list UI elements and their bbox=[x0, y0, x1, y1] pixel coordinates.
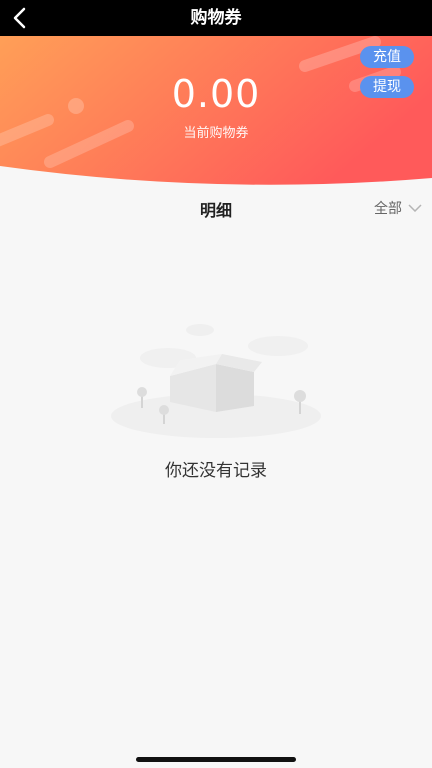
filter-label: 全部 bbox=[374, 201, 402, 217]
withdraw-button[interactable]: 提现 bbox=[360, 76, 414, 98]
details-filter-dropdown[interactable]: 全部 bbox=[374, 198, 422, 218]
top-navigation-bar: 购物券 bbox=[0, 0, 432, 36]
details-section-title: 明细 bbox=[199, 201, 232, 220]
back-button[interactable] bbox=[6, 4, 34, 32]
voucher-balance-header: 0.00 当前购物券 充值 提现 bbox=[0, 36, 432, 188]
page-title: 购物券 bbox=[190, 8, 242, 28]
chevron-left-icon bbox=[13, 7, 26, 29]
voucher-balance-label: 当前购物券 bbox=[183, 126, 249, 141]
home-indicator bbox=[136, 757, 296, 762]
empty-box-icon bbox=[111, 324, 321, 438]
empty-state-message: 你还没有记录 bbox=[165, 461, 267, 481]
recharge-button[interactable]: 充值 bbox=[360, 46, 414, 68]
chevron-down-icon bbox=[408, 204, 422, 212]
